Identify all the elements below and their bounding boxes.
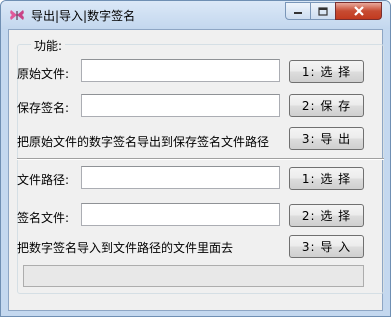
save-button[interactable]: 2: 保 存	[289, 94, 364, 117]
source-file-label: 原始文件:	[17, 67, 70, 81]
status-bar	[23, 265, 364, 287]
window-title: 导出|导入|数字签名	[31, 9, 136, 23]
app-window: 导出|导入|数字签名 功能: 原始文件: 1: 选 择 保存签名: 2: 保 存…	[0, 0, 391, 317]
file-path-input[interactable]	[81, 166, 280, 189]
minimize-icon	[294, 12, 302, 14]
import-button[interactable]: 3: 导 入	[289, 235, 364, 258]
import-description: 把数字签名导入到文件路径的文件里面去	[17, 241, 234, 255]
choose-path-button[interactable]: 1: 选 择	[289, 167, 364, 190]
close-button[interactable]	[335, 2, 382, 20]
client-area: 功能: 原始文件: 1: 选 择 保存签名: 2: 保 存 把原始文件的数字签名…	[8, 29, 384, 311]
maximize-button[interactable]	[310, 2, 336, 20]
minimize-button[interactable]	[285, 2, 311, 20]
choose-signature-button[interactable]: 2: 选 择	[289, 204, 364, 227]
group-title: 功能:	[31, 37, 66, 54]
save-signature-label: 保存签名:	[17, 101, 70, 115]
source-file-input[interactable]	[81, 59, 280, 82]
export-description: 把原始文件的数字签名导出到保存签名文件路径	[17, 135, 270, 149]
section-divider	[17, 158, 384, 160]
maximize-icon	[318, 6, 328, 16]
close-icon	[353, 6, 364, 16]
signature-file-input[interactable]	[81, 203, 280, 226]
title-bar[interactable]: 导出|导入|数字签名	[1, 1, 390, 29]
file-path-label: 文件路径:	[17, 173, 70, 187]
save-signature-input[interactable]	[81, 94, 280, 117]
signature-file-label: 签名文件:	[17, 211, 70, 225]
export-button[interactable]: 3: 导 出	[289, 127, 364, 150]
butterfly-icon	[10, 10, 24, 20]
choose-source-button[interactable]: 1: 选 择	[289, 60, 364, 83]
